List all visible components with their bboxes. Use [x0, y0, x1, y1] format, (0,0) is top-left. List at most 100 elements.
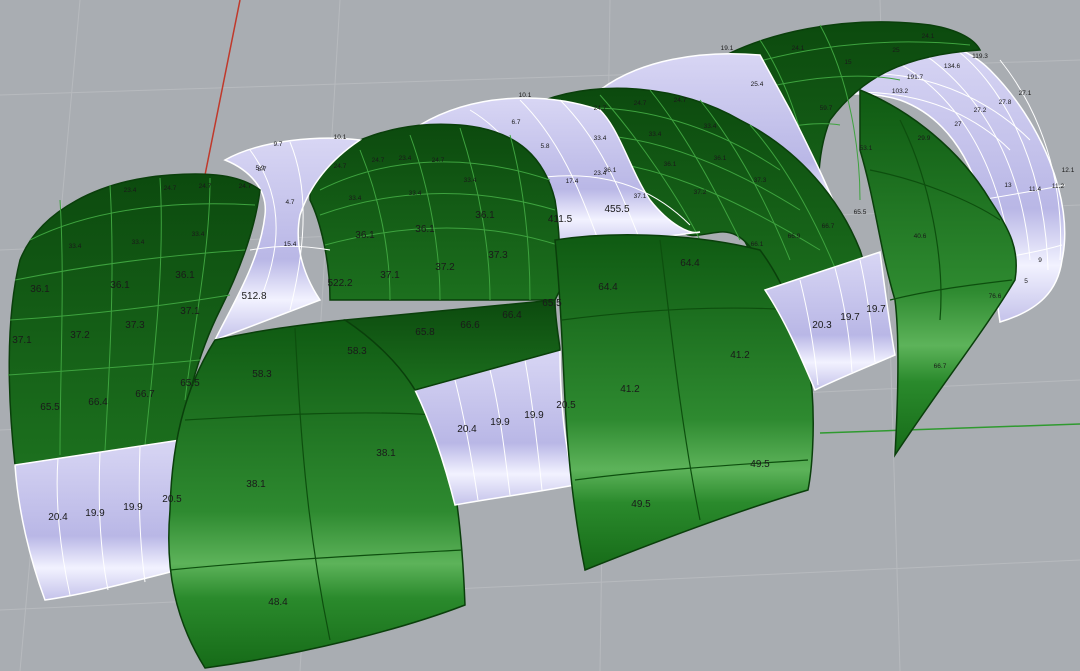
area-label: 455.5 — [604, 204, 629, 215]
area-label: 33.4 — [69, 243, 82, 250]
area-label: 65.5 — [180, 378, 200, 389]
area-label: 12.1 — [1062, 167, 1075, 174]
area-label: 25 — [892, 47, 900, 54]
area-label: 66.4 — [502, 310, 522, 321]
area-label: 37.2 — [435, 262, 455, 273]
area-label: 40.6 — [914, 233, 927, 240]
area-label: 24.7 — [199, 183, 212, 190]
area-label: 24.7 — [164, 185, 177, 192]
area-label: 20.3 — [812, 320, 832, 331]
area-label: 29.9 — [918, 135, 931, 142]
area-label: 411.5 — [548, 214, 573, 225]
scene-canvas[interactable]: 23.4 24.7 24.7 24.7 33.4 33.4 33.4 36.1 36.1 36.1… — [0, 0, 1080, 671]
area-label: 66.7 — [135, 389, 155, 400]
area-label: 15 — [844, 59, 852, 66]
area-label: 66.7 — [934, 363, 947, 370]
area-label: 66.6 — [460, 320, 480, 331]
area-label: 24.7 — [334, 163, 347, 170]
area-label: 24.7 — [634, 100, 647, 107]
area-label: 37.3 — [488, 250, 508, 261]
area-label: 37.3 — [125, 320, 145, 331]
area-label: 38.1 — [376, 448, 396, 459]
area-label: 33.4 — [349, 195, 362, 202]
area-label: 64.4 — [598, 282, 618, 293]
area-label: 5.9 — [255, 165, 264, 172]
area-label: 36.1 — [604, 167, 617, 174]
area-label: 20.5 — [556, 400, 576, 411]
area-label: 19.9 — [123, 502, 143, 513]
area-label: 33.4 — [132, 239, 145, 246]
surface-base-left — [14, 439, 181, 601]
area-label: 24.7 — [372, 157, 385, 164]
area-label: 37.3 — [754, 177, 767, 184]
area-label: 33.4 — [409, 190, 422, 197]
area-label: 134.6 — [944, 63, 961, 70]
area-label: 11.4 — [1029, 186, 1042, 193]
area-label: 10.1 — [519, 92, 532, 99]
area-label: 11.2 — [1052, 183, 1065, 190]
area-label: 24.7 — [432, 157, 445, 164]
area-label: 13 — [1004, 182, 1012, 189]
area-label: 522.2 — [327, 278, 352, 289]
area-label: 66.7 — [822, 223, 835, 230]
area-label: 103.2 — [892, 88, 909, 95]
area-label: 49.5 — [631, 499, 651, 510]
area-label: 41.2 — [620, 384, 640, 395]
area-label: 65.5 — [542, 298, 562, 309]
area-label: 23.4 — [124, 187, 137, 194]
area-label: 36.1 — [355, 230, 375, 241]
area-label: 37.2 — [694, 189, 707, 196]
area-label: 41.2 — [730, 350, 750, 361]
area-label: 119.3 — [972, 53, 988, 60]
viewport-3d[interactable]: 23.4 24.7 24.7 24.7 33.4 33.4 33.4 36.1 36.1 36.1… — [0, 0, 1080, 671]
area-label: 33.4 — [594, 135, 607, 142]
area-label: 15.4 — [284, 241, 297, 248]
area-label: 65.5 — [854, 209, 867, 216]
area-label: 5.8 — [540, 143, 549, 150]
area-label: 66.4 — [88, 397, 108, 408]
area-label: 9.7 — [273, 141, 282, 148]
area-label: 24.7 — [594, 105, 607, 112]
area-label: 19.7 — [840, 312, 860, 323]
area-label: 76.6 — [989, 293, 1002, 300]
area-label: 17.4 — [566, 178, 579, 185]
area-label: 38.1 — [246, 479, 266, 490]
area-label: 27.1 — [1019, 90, 1032, 97]
area-label: 10.1 — [334, 134, 347, 141]
area-label: 27.8 — [999, 99, 1012, 106]
area-label: 64.4 — [680, 258, 700, 269]
area-label: 36.1 — [714, 155, 727, 162]
area-label: 66.1 — [751, 241, 764, 248]
area-label: 20.4 — [457, 424, 477, 435]
area-label: 19.9 — [524, 410, 544, 421]
area-label: 191.7 — [907, 74, 924, 81]
area-label: 4.7 — [285, 199, 294, 206]
area-label: 66.9 — [788, 233, 801, 240]
area-label: 36.1 — [30, 284, 50, 295]
area-label: 24.7 — [674, 97, 687, 104]
area-label: 65.8 — [415, 327, 435, 338]
area-label: 27 — [954, 121, 962, 128]
area-label: 20.5 — [162, 494, 182, 505]
area-label: 5 — [1024, 278, 1028, 285]
area-label: 19.9 — [85, 508, 105, 519]
area-label: 25.4 — [751, 81, 764, 88]
area-label: 36.1 — [664, 161, 677, 168]
x-axis-line — [819, 423, 1080, 434]
area-label: 27.2 — [974, 107, 987, 114]
area-label: 9 — [1038, 257, 1042, 264]
area-label: 37.1 — [634, 193, 647, 200]
surface-panel-mid-2 — [309, 123, 561, 301]
area-label: 19.1 — [721, 45, 734, 52]
area-label: 58.3 — [347, 346, 367, 357]
area-label: 24.7 — [239, 183, 252, 190]
area-label: 36.1 — [475, 210, 495, 221]
area-label: 59.7 — [820, 105, 833, 112]
area-label: 65.5 — [40, 402, 60, 413]
area-label: 24.1 — [792, 45, 805, 52]
area-label: 53.1 — [860, 145, 873, 152]
area-label: 37.2 — [70, 330, 90, 341]
area-label: 33.4 — [704, 123, 717, 130]
area-label: 36.1 — [415, 224, 435, 235]
area-label: 36.1 — [110, 280, 130, 291]
